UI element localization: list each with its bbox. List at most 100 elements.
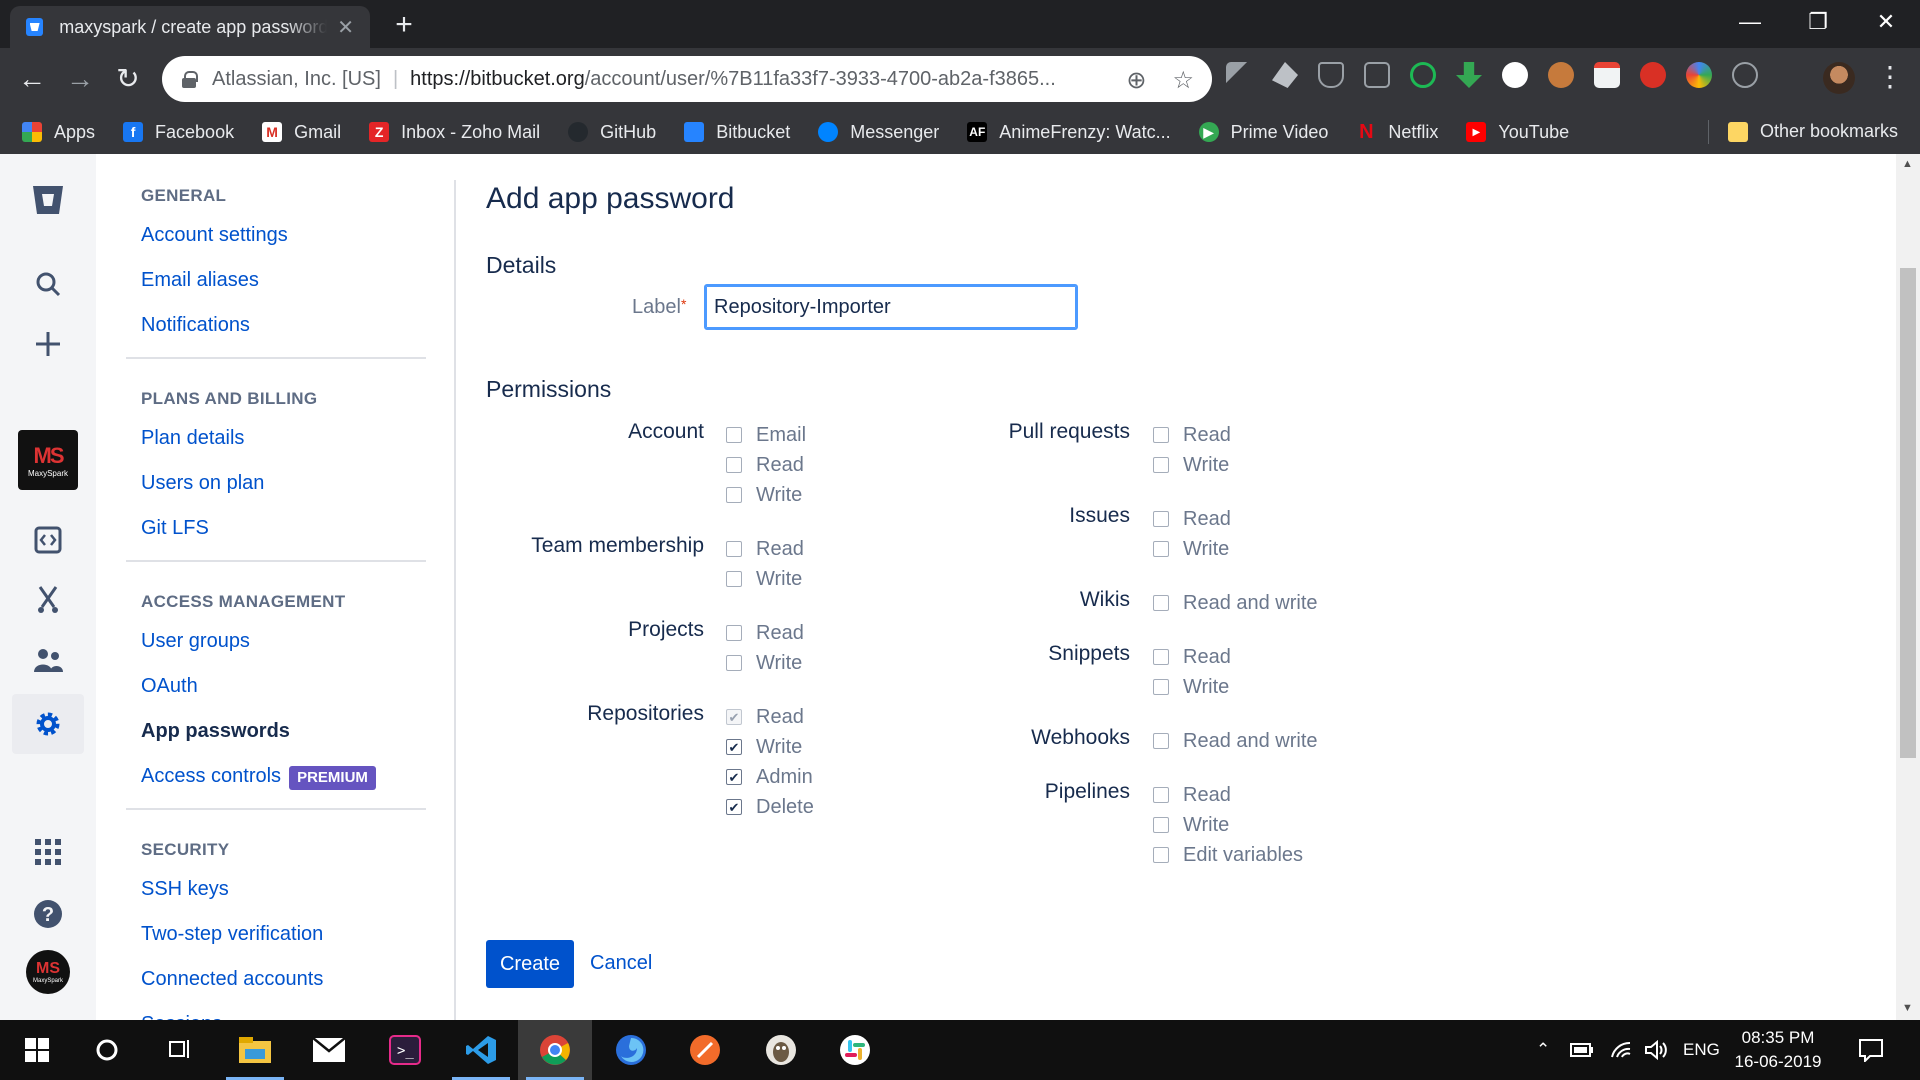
permission-pipelines-edit-variables[interactable]: Edit variables — [1153, 840, 1303, 870]
checkbox[interactable] — [726, 571, 742, 587]
create-button[interactable]: Create — [486, 940, 574, 988]
permission-pipelines-write[interactable]: Write — [1153, 810, 1229, 840]
permission-repositories-admin[interactable]: ✔ Admin — [726, 762, 813, 792]
bookmark-facebook[interactable]: f Facebook — [123, 122, 234, 143]
bookmark-prime-video[interactable]: ▶ Prime Video — [1198, 122, 1328, 143]
color-extension-icon[interactable] — [1686, 62, 1712, 88]
address-bar[interactable]: Atlassian, Inc. [US] | https://bitbucket… — [162, 56, 1212, 102]
page-scrollbar[interactable]: ▲ ▼ — [1896, 154, 1920, 1020]
terminal-icon[interactable]: >_ — [368, 1020, 442, 1080]
sidebar-item-user-groups[interactable]: User groups — [126, 626, 426, 671]
volume-icon[interactable] — [1644, 1020, 1668, 1080]
windows-start-icon[interactable] — [0, 1020, 74, 1080]
other-bookmarks[interactable]: Other bookmarks — [1727, 121, 1898, 142]
permission-pr-write[interactable]: Write — [1153, 450, 1229, 480]
checkbox[interactable] — [1153, 595, 1169, 611]
checkbox[interactable] — [1153, 511, 1169, 527]
repositories-code-icon[interactable] — [28, 520, 68, 560]
settings-gear-icon[interactable] — [28, 704, 68, 744]
sidebar-item-app-passwords[interactable]: App passwords — [126, 716, 426, 761]
back-arrow-icon[interactable]: ← — [16, 63, 48, 95]
search-icon[interactable] — [28, 264, 68, 304]
checkbox-checked[interactable]: ✔ — [726, 799, 742, 815]
sidebar-item-oauth[interactable]: OAuth — [126, 671, 426, 716]
sidebar-item-connected-accounts[interactable]: Connected accounts — [126, 964, 426, 1009]
clock-extension-icon[interactable] — [1502, 62, 1528, 88]
checkbox[interactable] — [1153, 817, 1169, 833]
permission-issues-write[interactable]: Write — [1153, 534, 1229, 564]
checkbox-checked[interactable]: ✔ — [726, 739, 742, 755]
sidebar-item-account-settings[interactable]: Account settings — [126, 220, 426, 265]
permission-projects-write[interactable]: Write — [726, 648, 802, 678]
slack-icon[interactable] — [818, 1020, 892, 1080]
sidebar-item-email-aliases[interactable]: Email aliases — [126, 265, 426, 310]
bookmark-animefrenzy[interactable]: AF AnimeFrenzy: Watc... — [967, 122, 1171, 143]
checkbox[interactable] — [726, 655, 742, 671]
wifi-icon[interactable] — [1610, 1020, 1632, 1080]
permission-pipelines-read[interactable]: Read — [1153, 780, 1231, 810]
bookmark-star-icon[interactable]: ☆ — [1172, 66, 1194, 95]
bookmark-messenger[interactable]: Messenger — [818, 122, 939, 143]
scrollbar-thumb[interactable] — [1900, 268, 1916, 758]
app-switcher-grid-icon[interactable] — [28, 832, 68, 872]
scroll-up-arrow-icon[interactable]: ▲ — [1902, 158, 1913, 170]
pocket-extension-icon[interactable] — [1318, 62, 1344, 88]
checkbox[interactable] — [1153, 679, 1169, 695]
permission-webhooks-read-write[interactable]: Read and write — [1153, 726, 1318, 756]
forward-arrow-icon[interactable]: → — [64, 63, 96, 95]
cookie-extension-icon[interactable] — [1548, 62, 1574, 88]
checkbox[interactable] — [726, 427, 742, 443]
minimize-icon[interactable]: — — [1716, 0, 1784, 44]
bookmark-gmail[interactable]: M Gmail — [262, 122, 341, 143]
bookmark-github[interactable]: GitHub — [568, 122, 656, 143]
reload-icon[interactable]: ↻ — [112, 63, 144, 95]
checkbox[interactable] — [1153, 847, 1169, 863]
help-question-icon[interactable]: ? — [28, 894, 68, 934]
profile-avatar[interactable] — [1823, 62, 1855, 94]
permission-repositories-delete[interactable]: ✔ Delete — [726, 792, 814, 822]
checkbox[interactable] — [1153, 787, 1169, 803]
sketch-pen-app-icon[interactable] — [668, 1020, 742, 1080]
ublock-extension-icon[interactable] — [1640, 62, 1666, 88]
notes-extension-icon[interactable] — [1594, 62, 1620, 88]
checkbox[interactable] — [726, 487, 742, 503]
bookmark-netflix[interactable]: N Netflix — [1356, 121, 1438, 143]
permission-repositories-write[interactable]: ✔ Write — [726, 732, 802, 762]
bookmark-zoho[interactable]: Z Inbox - Zoho Mail — [369, 122, 540, 143]
sidebar-item-ssh-keys[interactable]: SSH keys — [126, 874, 426, 919]
create-plus-icon[interactable] — [28, 324, 68, 364]
cancel-link[interactable]: Cancel — [590, 952, 652, 975]
checkbox[interactable] — [1153, 541, 1169, 557]
bookmark-apps[interactable]: Apps — [22, 122, 95, 143]
permission-snippets-read[interactable]: Read — [1153, 642, 1231, 672]
checkbox[interactable] — [726, 541, 742, 557]
gimp-icon[interactable] — [744, 1020, 818, 1080]
language-indicator[interactable]: ENG — [1683, 1020, 1720, 1080]
checkbox[interactable] — [1153, 427, 1169, 443]
pen-extension-icon[interactable] — [1226, 62, 1252, 88]
checkbox[interactable] — [1153, 733, 1169, 749]
sidebar-item-two-step-verification[interactable]: Two-step verification — [126, 919, 426, 964]
permission-account-email[interactable]: Email — [726, 420, 806, 450]
task-view-icon[interactable] — [142, 1020, 216, 1080]
tab-close-icon[interactable]: ✕ — [337, 15, 354, 40]
permission-issues-read[interactable]: Read — [1153, 504, 1231, 534]
checkbox[interactable] — [1153, 457, 1169, 473]
sidebar-item-access-controls[interactable]: Access controls PREMIUM — [126, 761, 426, 806]
sidebar-item-sessions[interactable]: Sessions — [126, 1009, 426, 1020]
permission-account-write[interactable]: Write — [726, 480, 802, 510]
chrome-taskbar-icon[interactable] — [518, 1020, 592, 1080]
permission-snippets-write[interactable]: Write — [1153, 672, 1229, 702]
grammar-extension-icon[interactable] — [1410, 62, 1436, 88]
permission-team-read[interactable]: Read — [726, 534, 804, 564]
show-hidden-icons-chevron-icon[interactable]: ⌃ — [1536, 1020, 1550, 1080]
user-avatar[interactable]: MS MaxySpark — [26, 950, 70, 994]
window-close-icon[interactable]: ✕ — [1852, 0, 1920, 44]
sidebar-item-plan-details[interactable]: Plan details — [126, 423, 426, 468]
sidebar-item-notifications[interactable]: Notifications — [126, 310, 426, 355]
permission-account-read[interactable]: Read — [726, 450, 804, 480]
tools-scissors-icon[interactable] — [28, 580, 68, 620]
sidebar-item-git-lfs[interactable]: Git LFS — [126, 513, 426, 558]
zoom-icon[interactable]: ⊕ — [1126, 66, 1146, 95]
download-extension-icon[interactable] — [1456, 62, 1482, 88]
